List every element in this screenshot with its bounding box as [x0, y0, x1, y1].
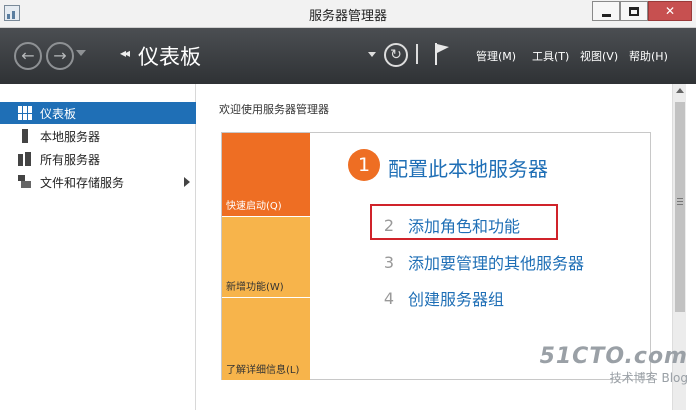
breadcrumb-arrows-icon: ◂◂: [120, 46, 130, 60]
tile-quick-start[interactable]: 快速启动(Q): [222, 133, 310, 216]
add-roles-features-link[interactable]: 2 添加角色和功能: [382, 213, 520, 237]
back-button[interactable]: ←: [14, 42, 42, 70]
sidebar-item-local-server[interactable]: 本地服务器: [0, 125, 196, 147]
refresh-button[interactable]: ↻: [384, 43, 408, 67]
grip-line: [677, 198, 683, 199]
tile-label: 了解详细信息(L): [226, 365, 300, 376]
scroll-thumb[interactable]: [675, 102, 685, 312]
configure-local-server-link[interactable]: 配置此本地服务器: [388, 153, 548, 182]
servers-icon: [18, 152, 32, 166]
sidebar-item-label: 文件和存储服务: [40, 175, 125, 190]
sidebar-item-label: 仪表板: [40, 106, 77, 121]
step-number: 4: [383, 288, 395, 308]
menu-view[interactable]: 视图(V): [580, 48, 618, 64]
watermark: 51CTO.com 技术博客 Blog: [540, 344, 688, 386]
forward-arrow-icon: →: [53, 46, 67, 65]
maximize-icon: [629, 6, 639, 16]
step-text: 添加要管理的其他服务器: [408, 254, 585, 273]
watermark-blog: Blog: [661, 371, 688, 385]
grip-line: [677, 201, 683, 202]
watermark-sub: 技术博客 Blog: [540, 369, 688, 386]
sidebar-item-label: 所有服务器: [40, 152, 101, 167]
sidebar-item-dashboard[interactable]: 仪表板: [0, 102, 196, 124]
title-bar: 服务器管理器 ✕: [0, 0, 696, 28]
notifications-flag-icon[interactable]: [434, 42, 450, 66]
breadcrumb-dropdown-icon[interactable]: [368, 52, 376, 57]
step-text: 创建服务器组: [408, 290, 505, 309]
watermark-site: 51CTO.com: [539, 344, 688, 369]
forward-button[interactable]: →: [46, 42, 74, 70]
step-1-badge: 1: [348, 149, 380, 181]
tile-label: 快速启动(Q): [226, 201, 282, 212]
dashboard-icon: [18, 106, 32, 120]
minimize-button[interactable]: [592, 1, 620, 21]
toolbar-divider: [416, 44, 418, 64]
scroll-up-arrow-icon[interactable]: [676, 88, 684, 93]
welcome-heading: 欢迎使用服务器管理器: [219, 103, 329, 116]
storage-icon: [18, 175, 32, 189]
add-other-servers-link[interactable]: 3 添加要管理的其他服务器: [382, 250, 584, 274]
refresh-icon: ↻: [390, 47, 402, 63]
tile-label: 新增功能(W): [226, 282, 284, 293]
history-dropdown-icon[interactable]: [76, 50, 86, 56]
sidebar-item-label: 本地服务器: [40, 129, 101, 144]
tile-whats-new[interactable]: 新增功能(W): [222, 217, 310, 297]
sidebar-item-all-servers[interactable]: 所有服务器: [0, 148, 196, 170]
navigation-bar: ← → ◂◂ 仪表板 ↻ 管理(M) 工具(T) 视图(V) 帮助(H): [0, 28, 696, 84]
step-text: 添加角色和功能: [408, 217, 521, 236]
sidebar-item-file-storage[interactable]: 文件和存储服务: [0, 171, 196, 193]
minimize-icon: [601, 13, 611, 17]
step-number: 2: [383, 215, 395, 235]
welcome-panel: 快速启动(Q) 新增功能(W) 了解详细信息(L) 1 配置此本地服务器 2 添…: [221, 132, 651, 380]
create-server-group-link[interactable]: 4 创建服务器组: [382, 286, 504, 310]
watermark-sub-text: 技术博客: [609, 371, 658, 385]
back-arrow-icon: ←: [21, 46, 35, 65]
menu-help[interactable]: 帮助(H): [629, 48, 668, 64]
close-button[interactable]: ✕: [648, 1, 692, 21]
sidebar: 仪表板 本地服务器 所有服务器 文件和存储服务: [0, 84, 196, 410]
step-number: 3: [383, 252, 395, 272]
grip-line: [677, 204, 683, 205]
menu-tools[interactable]: 工具(T): [532, 48, 569, 64]
tile-learn-more[interactable]: 了解详细信息(L): [222, 298, 310, 380]
server-icon: [22, 129, 28, 143]
window-controls: ✕: [592, 1, 692, 21]
menu-manage[interactable]: 管理(M): [476, 48, 516, 64]
maximize-button[interactable]: [620, 1, 648, 21]
expand-chevron-icon[interactable]: [184, 177, 190, 187]
page-title: 仪表板: [138, 45, 201, 69]
